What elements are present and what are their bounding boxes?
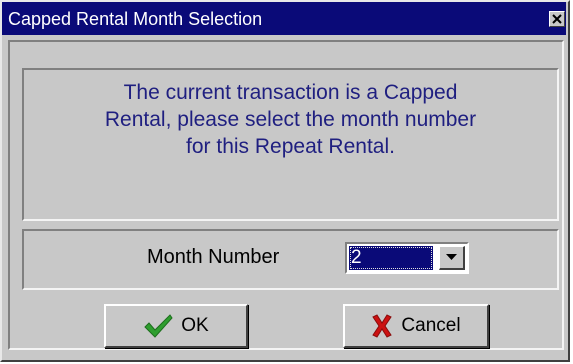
- chevron-down-icon: [446, 254, 457, 260]
- month-dropdown-button[interactable]: [439, 246, 465, 270]
- close-icon: [552, 14, 562, 24]
- cancel-button[interactable]: Cancel: [343, 304, 489, 348]
- message-panel: The current transaction is a Capped Rent…: [22, 68, 559, 221]
- month-number-value[interactable]: 2: [349, 246, 433, 270]
- month-selection-panel: Month Number 2: [22, 229, 559, 290]
- message-text: The current transaction is a Capped Rent…: [104, 81, 477, 158]
- title-bar[interactable]: Capped Rental Month Selection: [2, 2, 566, 35]
- ok-button-label: OK: [181, 315, 209, 336]
- checkmark-icon: [144, 314, 173, 338]
- month-number-select[interactable]: 2: [345, 242, 469, 274]
- ok-button[interactable]: OK: [104, 304, 248, 348]
- window-title: Capped Rental Month Selection: [8, 9, 263, 29]
- month-number-label: Month Number: [147, 246, 280, 268]
- close-button[interactable]: [549, 11, 565, 27]
- cancel-button-label: Cancel: [401, 315, 461, 336]
- x-icon: [372, 314, 393, 338]
